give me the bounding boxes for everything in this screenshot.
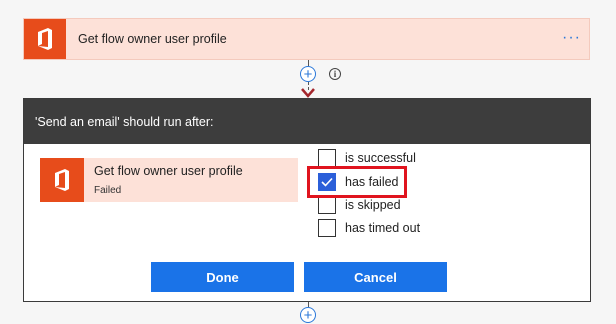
office-logo-glyph [38, 28, 52, 50]
previous-step-title: Get flow owner user profile [94, 164, 243, 178]
previous-step-status: Failed [94, 185, 122, 196]
office-icon [24, 19, 66, 59]
add-step-icon[interactable]: + [300, 66, 316, 82]
is-successful-checkbox[interactable] [318, 149, 336, 167]
office-logo-glyph [55, 169, 69, 191]
cancel-button[interactable]: Cancel [304, 262, 447, 292]
dialog-title: 'Send an email' should run after: [35, 115, 214, 129]
done-button[interactable]: Done [151, 262, 294, 292]
dialog-header: 'Send an email' should run after: [24, 99, 590, 144]
run-after-arrow-icon [301, 88, 315, 98]
add-step-icon-bottom[interactable]: + [300, 307, 316, 323]
option-has-timed-out[interactable]: has timed out [318, 217, 420, 239]
info-icon[interactable]: i [329, 68, 341, 80]
highlight-annotation [307, 166, 407, 198]
option-label: is successful [345, 151, 416, 165]
action-card-title: Get flow owner user profile [78, 32, 227, 46]
office-icon [40, 158, 84, 202]
previous-step-card: Get flow owner user profile Failed [40, 158, 298, 202]
run-after-dialog: 'Send an email' should run after: Get fl… [23, 98, 591, 302]
has-timed-out-checkbox[interactable] [318, 219, 336, 237]
option-label: is skipped [345, 198, 401, 212]
is-skipped-checkbox[interactable] [318, 196, 336, 214]
more-options-icon[interactable]: ··· [562, 29, 581, 47]
action-card-get-flow-owner[interactable]: Get flow owner user profile ··· [23, 18, 590, 60]
option-label: has timed out [345, 221, 421, 235]
